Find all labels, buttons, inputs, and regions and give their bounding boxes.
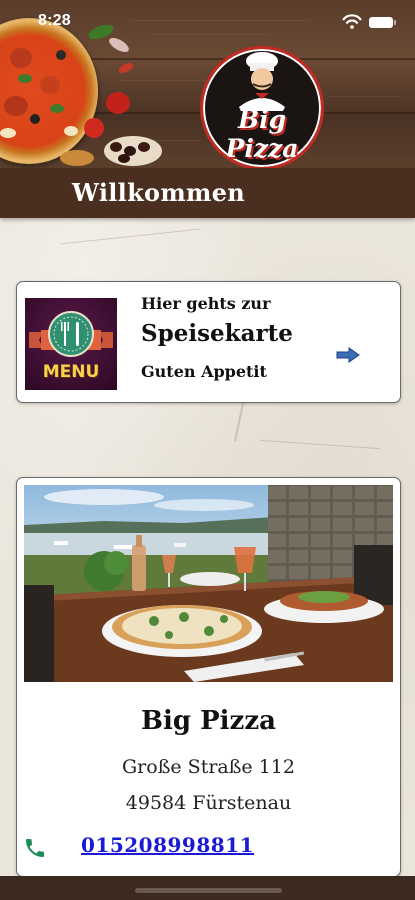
status-icons bbox=[342, 14, 396, 29]
header-banner: 8:28 Big Pizza bbox=[0, 0, 415, 168]
restaurant-street: Große Straße 112 bbox=[122, 756, 295, 778]
paper-texture bbox=[60, 228, 200, 245]
right-arrow-icon[interactable] bbox=[335, 346, 361, 364]
restaurant-photo bbox=[24, 485, 393, 682]
logo-text: Big Pizza bbox=[225, 105, 299, 163]
title-bar: Willkommen bbox=[0, 168, 415, 218]
restaurant-terrace-image bbox=[24, 485, 393, 682]
menu-card[interactable]: MENU Hier gehts zur Speisekarte Guten Ap… bbox=[16, 281, 401, 403]
menu-subtitle: Guten Appetit bbox=[141, 362, 267, 381]
restaurant-city: 49584 Fürstenau bbox=[125, 792, 292, 814]
phone-number-link[interactable]: 015208998811 bbox=[81, 833, 254, 857]
phone-icon[interactable] bbox=[23, 836, 47, 860]
paper-texture bbox=[260, 439, 380, 450]
battery-icon bbox=[369, 17, 396, 28]
pizza-image bbox=[0, 18, 98, 164]
big-pizza-logo: Big Pizza bbox=[200, 46, 324, 168]
restaurant-card: Big Pizza Große Straße 112 49584 Fürsten… bbox=[16, 477, 401, 877]
menu-title: Speisekarte bbox=[141, 320, 293, 347]
menu-thumb-label: MENU bbox=[42, 362, 100, 382]
status-time: 8:28 bbox=[38, 12, 71, 29]
restaurant-name: Big Pizza bbox=[141, 706, 276, 736]
wifi-icon bbox=[342, 14, 362, 29]
page-title: Willkommen bbox=[72, 178, 246, 207]
home-indicator[interactable] bbox=[135, 888, 282, 893]
menu-thumbnail: MENU bbox=[25, 298, 117, 390]
bottom-bar bbox=[0, 876, 415, 900]
menu-intro-text: Hier gehts zur bbox=[141, 294, 271, 313]
